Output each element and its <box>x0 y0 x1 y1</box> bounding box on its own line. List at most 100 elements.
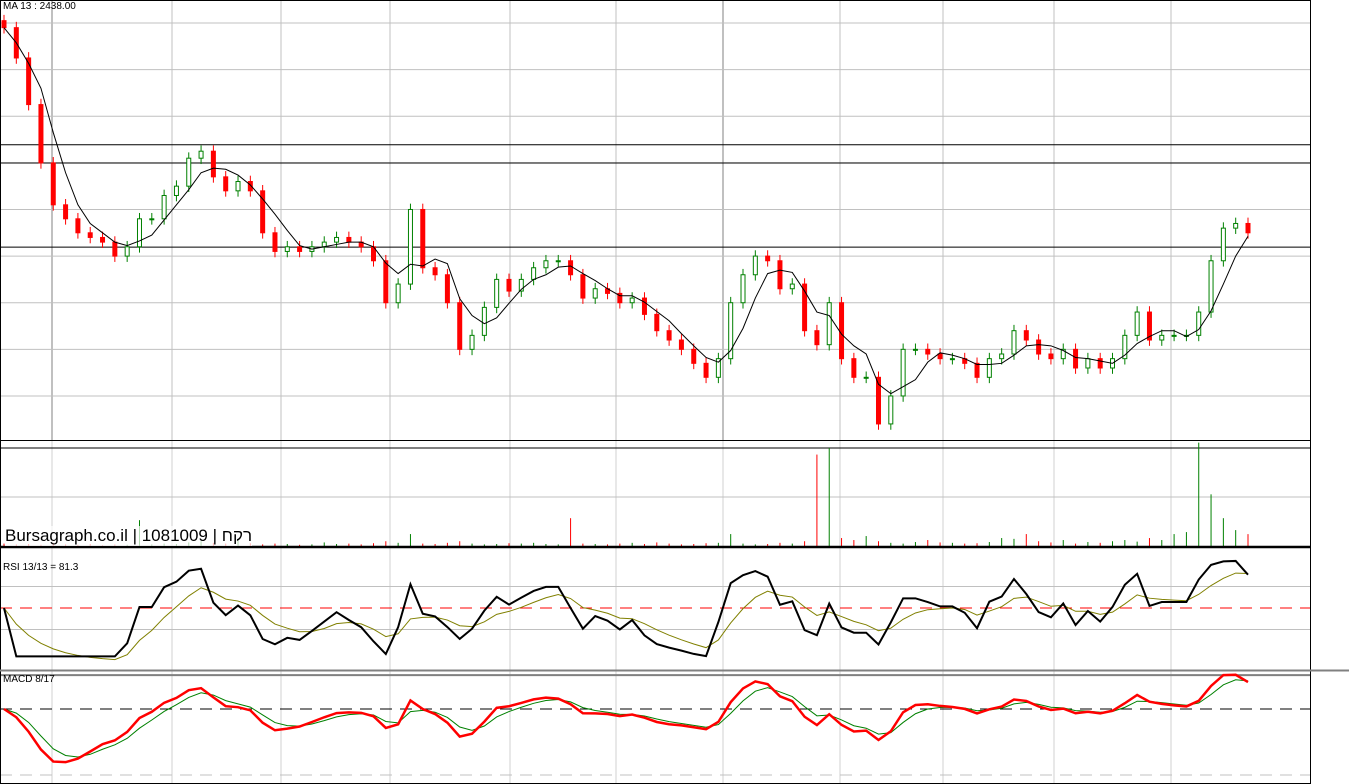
candle <box>765 255 771 262</box>
level-label-bg <box>1 151 37 162</box>
macd-line <box>3 673 1249 764</box>
candle <box>691 348 697 364</box>
candle <box>457 302 463 350</box>
candle <box>186 157 192 187</box>
candle <box>814 330 820 346</box>
candle <box>1208 260 1214 313</box>
candle <box>124 246 130 257</box>
candle <box>75 218 81 234</box>
ma-13-line <box>3 27 1249 395</box>
rsi-panel <box>3 559 1249 661</box>
candle <box>1036 339 1042 355</box>
candle <box>925 348 931 355</box>
candle <box>272 232 278 252</box>
candle <box>407 208 413 285</box>
rsi-title: RSI 13/13 = 81.3 <box>3 562 79 573</box>
candle <box>1233 222 1239 229</box>
candle <box>826 302 832 346</box>
candle <box>346 236 352 243</box>
candle <box>1023 330 1029 341</box>
candle <box>703 362 709 378</box>
candle <box>629 297 635 304</box>
candle <box>334 236 340 243</box>
candle <box>26 57 32 106</box>
candle <box>912 348 918 351</box>
candle <box>136 218 142 248</box>
candle <box>839 302 845 360</box>
candle <box>863 376 869 379</box>
candle <box>1245 222 1251 234</box>
candle <box>974 362 980 378</box>
labels <box>1 133 37 247</box>
chart-border <box>0 0 1311 784</box>
candle <box>641 297 647 315</box>
candle <box>395 283 401 304</box>
candle <box>100 236 106 243</box>
candle <box>210 150 216 178</box>
ma-line <box>3 27 1249 395</box>
candle <box>1073 348 1079 369</box>
candle <box>740 274 746 304</box>
candle <box>173 185 179 196</box>
candle <box>568 260 574 276</box>
candle <box>420 208 426 269</box>
candle <box>949 358 955 361</box>
candle <box>777 260 783 290</box>
candle <box>1085 358 1091 369</box>
candle <box>654 313 660 332</box>
candle <box>1048 353 1054 360</box>
ma-title: MA 13 : 2438.00 <box>3 1 76 12</box>
macd-title: MACD 8/17 <box>3 674 55 685</box>
candle <box>432 267 438 276</box>
candle <box>506 278 512 292</box>
candle <box>1097 358 1103 369</box>
candle <box>494 278 500 308</box>
stock-chart <box>0 0 1349 784</box>
candle <box>383 260 389 304</box>
grid <box>0 0 1310 784</box>
candle <box>1220 227 1226 262</box>
macd-panel <box>3 673 1249 764</box>
candle <box>888 395 894 425</box>
candle <box>297 246 303 252</box>
candle <box>198 150 204 159</box>
level-label-bg <box>1 236 37 247</box>
candle <box>1 20 7 29</box>
candle <box>235 181 241 192</box>
candle <box>161 194 167 220</box>
level-label-bg <box>1 133 37 144</box>
watermark: Bursagraph.co.il | 1081009 | רקח <box>5 526 253 546</box>
candle <box>555 260 561 263</box>
candle <box>1171 334 1177 337</box>
frame <box>0 0 1349 784</box>
candle <box>112 241 118 257</box>
candle <box>543 260 549 269</box>
candle <box>999 353 1005 360</box>
candle <box>1011 330 1017 355</box>
candle <box>50 162 56 206</box>
candle <box>752 255 758 276</box>
candle <box>149 218 155 221</box>
candle <box>63 204 69 220</box>
candle <box>469 334 475 350</box>
candle <box>592 288 598 299</box>
candle <box>900 348 906 397</box>
candle <box>223 176 229 192</box>
candle <box>481 306 487 336</box>
candle <box>986 358 992 378</box>
candle <box>1134 311 1140 336</box>
candle <box>531 267 537 280</box>
candle <box>678 339 684 350</box>
candle <box>789 283 795 290</box>
candles <box>1 14 1251 430</box>
candle <box>937 353 943 360</box>
candle <box>1159 334 1165 341</box>
macd-signal-line <box>3 679 1249 758</box>
candle <box>87 232 93 238</box>
candle <box>284 246 290 252</box>
candle <box>851 358 857 378</box>
candle <box>38 104 44 164</box>
candle <box>580 274 586 299</box>
rsi-line <box>3 559 1249 658</box>
candle <box>1196 311 1202 336</box>
